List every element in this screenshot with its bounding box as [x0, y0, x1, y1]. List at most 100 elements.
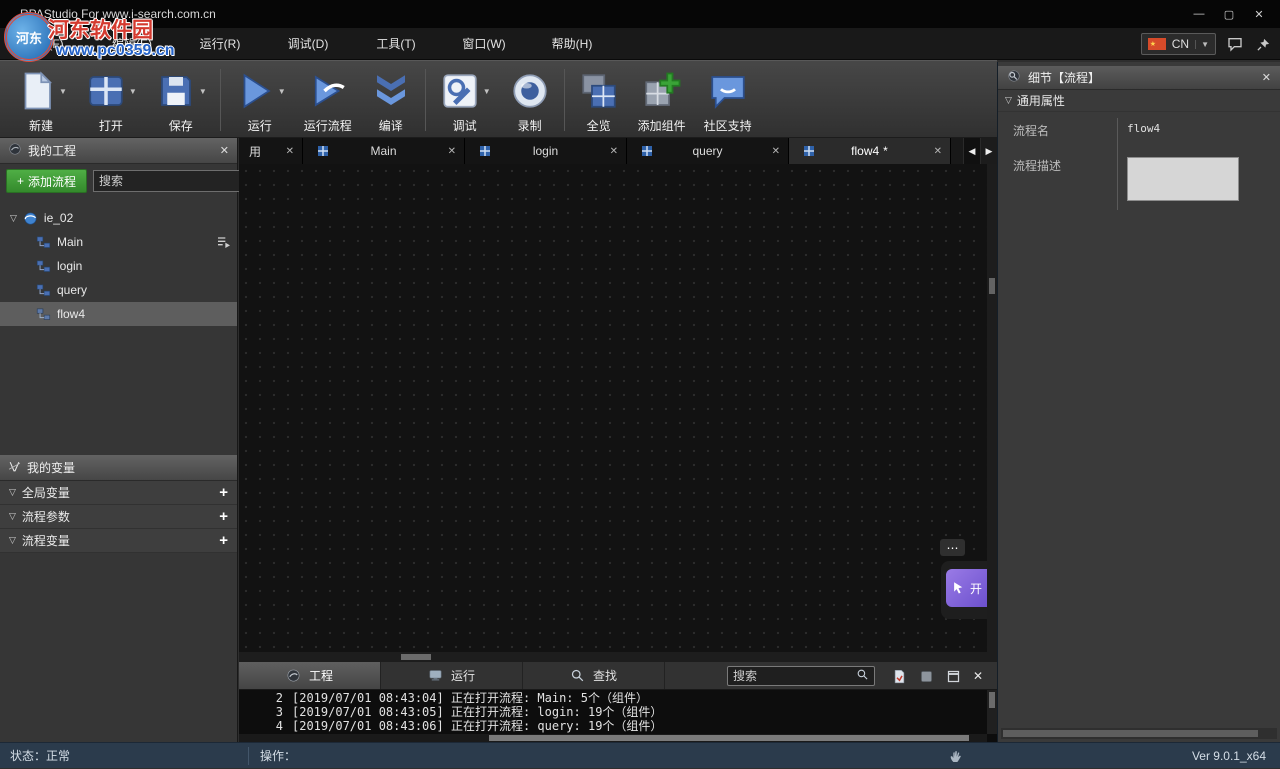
- community-support-button[interactable]: 社区支持: [695, 63, 761, 137]
- add-flow-button[interactable]: + 添加流程: [6, 169, 87, 193]
- language-selector[interactable]: ★ CN ▼: [1141, 33, 1216, 55]
- tab-close-icon[interactable]: ✕: [772, 146, 780, 157]
- minimize-button[interactable]: —: [1184, 0, 1214, 28]
- variables-group-params[interactable]: ▽ 流程参数 +: [0, 505, 237, 529]
- feedback-icon[interactable]: [1226, 35, 1244, 53]
- tree-item-label: login: [57, 259, 82, 273]
- pin-icon[interactable]: [1254, 35, 1272, 53]
- debug-icon: [439, 70, 481, 112]
- scrollbar-handle[interactable]: [401, 654, 431, 660]
- output-tab-run[interactable]: 运行: [381, 662, 523, 689]
- scrollbar-handle[interactable]: [989, 278, 995, 294]
- menu-file[interactable]: 文件(F): [0, 28, 88, 60]
- close-panel-icon[interactable]: ✕: [973, 669, 983, 683]
- scrollbar-handle[interactable]: [989, 692, 995, 708]
- close-icon[interactable]: ✕: [220, 144, 229, 157]
- variable-icon: [8, 460, 21, 476]
- menu-window[interactable]: 窗口(W): [440, 28, 528, 60]
- editor-tab-login[interactable]: login ✕: [465, 138, 627, 164]
- dropdown-arrow-icon[interactable]: ▼: [199, 87, 207, 96]
- project-panel-header: 我的工程 ✕: [0, 138, 237, 164]
- variables-group-flow[interactable]: ▽ 流程变量 +: [0, 529, 237, 553]
- flow-canvas[interactable]: ⋯ 开: [239, 164, 997, 652]
- project-panel: 我的工程 ✕ + 添加流程 ▽ ie_02 Main: [0, 138, 238, 742]
- section-label: 通用属性: [1017, 92, 1065, 109]
- flow-name-value[interactable]: flow4: [1117, 122, 1160, 139]
- details-horizontal-scrollbar[interactable]: [1001, 728, 1277, 739]
- tab-scroll-right-button[interactable]: ▶: [980, 138, 997, 164]
- tree-item-query[interactable]: query: [0, 278, 237, 302]
- scrollbar-handle[interactable]: [489, 735, 969, 741]
- add-variable-button[interactable]: +: [219, 485, 228, 500]
- toolbar: ▼ 新建 ▼ 打开 ▼ 保存 ▼ 运行: [0, 60, 997, 138]
- project-search-input[interactable]: [99, 174, 254, 188]
- add-variable-button[interactable]: +: [219, 509, 228, 524]
- output-tab-project[interactable]: 工程: [239, 662, 381, 689]
- tree-item-login[interactable]: login: [0, 254, 237, 278]
- variables-group-global[interactable]: ▽ 全局变量 +: [0, 481, 237, 505]
- new-button[interactable]: ▼ 新建: [6, 63, 76, 137]
- overview-button[interactable]: 全览: [569, 63, 629, 137]
- entry-flow-indicator-icon[interactable]: [216, 234, 232, 253]
- canvas-horizontal-scrollbar[interactable]: [239, 652, 997, 662]
- tab-close-icon[interactable]: ✕: [286, 146, 294, 157]
- log-horizontal-scrollbar[interactable]: [239, 734, 987, 742]
- field-divider: [1117, 118, 1118, 210]
- clear-log-icon[interactable]: [919, 669, 934, 684]
- tree-item-flow4[interactable]: flow4: [0, 302, 237, 326]
- chevron-down-icon[interactable]: ▼: [1195, 40, 1209, 49]
- tab-close-icon[interactable]: ✕: [448, 146, 456, 157]
- debug-button[interactable]: ▼ 调试: [430, 63, 500, 137]
- open-button[interactable]: ▼ 打开: [76, 63, 146, 137]
- dropdown-arrow-icon[interactable]: ▼: [278, 87, 286, 96]
- variables-panel-title: 我的变量: [27, 459, 75, 476]
- menu-run[interactable]: 运行(R): [176, 28, 264, 60]
- field-flow-description: 流程描述: [998, 157, 1280, 201]
- editor-tab-query[interactable]: query ✕: [627, 138, 789, 164]
- close-icon[interactable]: ✕: [1262, 71, 1271, 84]
- menu-edit[interactable]: 编辑(E): [88, 28, 176, 60]
- dropdown-arrow-icon[interactable]: ▼: [483, 87, 491, 96]
- tree-item-main[interactable]: Main: [0, 230, 237, 254]
- unsaved-marker: *: [883, 144, 888, 158]
- flow-description-input[interactable]: [1127, 157, 1239, 201]
- editor-tab-main[interactable]: Main ✕: [303, 138, 465, 164]
- save-button[interactable]: ▼ 保存: [146, 63, 216, 137]
- run-flow-button[interactable]: 运行流程: [295, 63, 361, 137]
- menu-tools[interactable]: 工具(T): [352, 28, 440, 60]
- maximize-button[interactable]: ▢: [1214, 0, 1244, 28]
- close-button[interactable]: ✕: [1244, 0, 1274, 28]
- tab-scroll-left-button[interactable]: ◀: [963, 138, 980, 164]
- tab-close-icon[interactable]: ✕: [610, 146, 618, 157]
- maximize-panel-icon[interactable]: [946, 669, 961, 684]
- tab-close-icon[interactable]: ✕: [934, 146, 942, 157]
- log-search-input[interactable]: [733, 669, 856, 683]
- log-vertical-scrollbar[interactable]: [987, 690, 997, 734]
- menu-debug[interactable]: 调试(D): [264, 28, 352, 60]
- section-general-properties[interactable]: ▽ 通用属性: [998, 90, 1280, 112]
- project-globe-icon: [23, 211, 38, 226]
- add-component-button[interactable]: 添加组件: [629, 63, 695, 137]
- run-button[interactable]: ▼ 运行: [225, 63, 295, 137]
- node-options-button[interactable]: ⋯: [940, 539, 965, 556]
- collapse-arrow-icon[interactable]: ▽: [10, 213, 17, 224]
- output-panel: 工程 运行 查找 ✕: [239, 662, 997, 742]
- dropdown-arrow-icon[interactable]: ▼: [129, 87, 137, 96]
- export-log-icon[interactable]: [892, 669, 907, 684]
- record-button[interactable]: 录制: [500, 63, 560, 137]
- log-area[interactable]: 2 [2019/07/01 08:43:04] 正在打开流程: Main: 5个…: [239, 690, 997, 742]
- canvas-vertical-scrollbar[interactable]: [987, 164, 997, 652]
- editor-tab-clipped[interactable]: 用 ✕: [239, 138, 303, 164]
- add-variable-button[interactable]: +: [219, 533, 228, 548]
- collapse-arrow-icon[interactable]: ▽: [9, 511, 16, 522]
- menu-help[interactable]: 帮助(H): [528, 28, 616, 60]
- collapse-arrow-icon[interactable]: ▽: [9, 487, 16, 498]
- compile-button[interactable]: 编译: [361, 63, 421, 137]
- editor-tab-flow4[interactable]: flow4 * ✕: [789, 138, 951, 164]
- dropdown-arrow-icon[interactable]: ▼: [59, 87, 67, 96]
- tree-root-ie02[interactable]: ▽ ie_02: [0, 206, 237, 230]
- scrollbar-handle[interactable]: [1003, 730, 1258, 737]
- collapse-arrow-icon[interactable]: ▽: [1005, 95, 1012, 106]
- collapse-arrow-icon[interactable]: ▽: [9, 535, 16, 546]
- output-tab-find[interactable]: 查找: [523, 662, 665, 689]
